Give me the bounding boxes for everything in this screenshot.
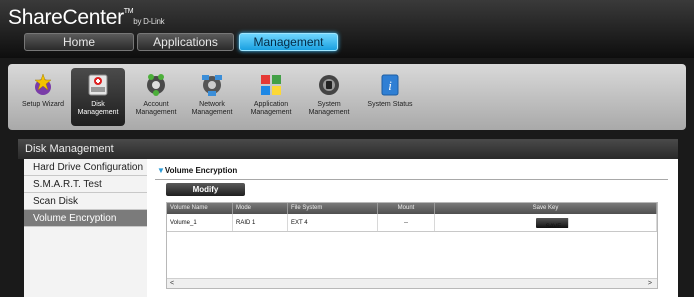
- sidebar-item-smart-test[interactable]: S.M.A.R.T. Test: [24, 176, 147, 193]
- brand-by: by D-Link: [133, 17, 165, 26]
- toolbar-label: Disk: [91, 101, 105, 108]
- logo: ShareCenterTM by D-Link: [8, 6, 165, 30]
- sidebar: Hard Drive Configuration S.M.A.R.T. Test…: [24, 159, 147, 297]
- column-header[interactable]: Mode: [233, 203, 288, 214]
- network-management-icon: [199, 72, 225, 98]
- save-key-cell: SAVE: [435, 214, 657, 231]
- wizard-icon: [30, 72, 56, 98]
- panel-title: Disk Management: [18, 139, 678, 159]
- mount-cell: --: [378, 214, 435, 231]
- toolbar-label: Management: [308, 109, 350, 116]
- column-header[interactable]: Mount: [378, 203, 435, 214]
- brand-name: ShareCenter: [8, 6, 124, 29]
- application-management-icon: [258, 72, 284, 98]
- toolbar-item-disk-management[interactable]: Disk Management: [71, 68, 125, 126]
- toolbar-label: Application: [253, 101, 289, 108]
- account-management-icon: [143, 72, 169, 98]
- horizontal-scrollbar[interactable]: < >: [167, 278, 657, 288]
- column-header[interactable]: Save Key: [435, 203, 657, 214]
- file-system-cell: EXT 4: [288, 214, 378, 231]
- tab-home[interactable]: Home: [24, 33, 134, 51]
- system-status-icon: i: [377, 72, 403, 98]
- column-header[interactable]: File System: [288, 203, 378, 214]
- management-toolbar: Setup Wizard Disk Management Account Man…: [8, 64, 686, 130]
- toolbar-label: Management: [250, 109, 292, 116]
- toolbar-label: Network: [199, 101, 225, 108]
- volume-table: Volume Name Mode File System Mount Save …: [166, 202, 658, 289]
- system-management-icon: [316, 72, 342, 98]
- toolbar-item-system-status[interactable]: i System Status: [363, 68, 417, 126]
- svg-text:i: i: [388, 78, 392, 93]
- toolbar-item-account-management[interactable]: Account Management: [129, 68, 183, 126]
- tab-applications[interactable]: Applications: [137, 33, 234, 51]
- modify-button[interactable]: Modify: [166, 183, 245, 196]
- toolbar-item-application-management[interactable]: Application Management: [244, 68, 298, 126]
- column-header[interactable]: Volume Name: [167, 203, 233, 214]
- toolbar-item-network-management[interactable]: Network Management: [185, 68, 239, 126]
- toolbar-item-setup-wizard[interactable]: Setup Wizard: [16, 68, 70, 126]
- toolbar-label: Management: [135, 109, 177, 116]
- sidebar-item-hard-drive-configuration[interactable]: Hard Drive Configuration: [24, 159, 147, 176]
- volume-name-cell: Volume_1: [167, 214, 233, 231]
- sidebar-item-volume-encryption[interactable]: Volume Encryption: [24, 210, 147, 227]
- toolbar-label: Management: [77, 109, 119, 116]
- toolbar-label: Setup Wizard: [21, 101, 65, 108]
- trademark: TM: [123, 8, 134, 15]
- section-title[interactable]: ▼Volume Encryption: [157, 166, 237, 175]
- sidebar-item-scan-disk[interactable]: Scan Disk: [24, 193, 147, 210]
- save-key-button[interactable]: SAVE: [536, 218, 569, 230]
- section-title-label: Volume Encryption: [164, 166, 238, 175]
- header: ShareCenterTM by D-Link Home Applications…: [0, 0, 694, 58]
- scroll-left-icon[interactable]: <: [170, 279, 174, 289]
- toolbar-item-system-management[interactable]: System Management: [302, 68, 356, 126]
- toolbar-label: Account: [143, 101, 169, 108]
- divider: [155, 179, 668, 180]
- table-header: Volume Name Mode File System Mount Save …: [167, 203, 657, 214]
- mode-cell: RAID 1: [233, 214, 288, 231]
- triangle-down-icon: ▼: [157, 166, 165, 175]
- tab-management[interactable]: Management: [239, 33, 338, 51]
- toolbar-label: System: [317, 101, 341, 108]
- scroll-right-icon[interactable]: >: [648, 279, 652, 289]
- toolbar-label: Management: [191, 109, 233, 116]
- toolbar-label: System Status: [367, 101, 413, 108]
- table-row[interactable]: Volume_1 RAID 1 EXT 4 -- SAVE: [167, 214, 657, 232]
- disk-management-icon: [85, 72, 111, 98]
- main-content: ▼Volume Encryption Modify Volume Name Mo…: [147, 159, 678, 297]
